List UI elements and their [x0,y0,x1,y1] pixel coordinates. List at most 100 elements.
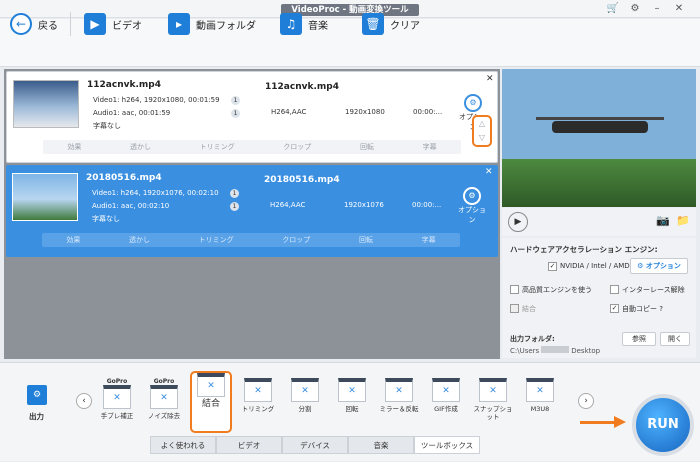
back-button[interactable]: ← 戻る [10,10,58,38]
output-folder-label: 出力フォルダ: [510,335,555,343]
tool-label: M3U8 [530,405,550,413]
output-duration: 00:00:... [413,108,443,116]
codec-icon: ⚙ [463,187,481,205]
file-item-1[interactable]: 112acnvk.mp4 Video1: h264, 1920x1080, 00… [6,71,498,163]
rotate-button[interactable]: 回転 [359,235,373,245]
add-folder-button[interactable]: ▸ 動画フォルダ [168,10,256,38]
output-resolution: 1920x1080 [345,108,385,116]
close-window-button[interactable]: ✕ [672,2,686,15]
m3u8-tool[interactable]: ✕ M3U8 [519,378,561,430]
music-plus-icon: ♫ [280,13,302,35]
move-up-icon[interactable]: △ [474,117,490,131]
camera-icon[interactable]: 📷 [656,214,670,227]
tab-video[interactable]: ビデオ [216,436,282,454]
hq-engine-label: 高品質エンジンを使う [522,286,592,294]
codec-option-button[interactable]: ⚙オプション [458,187,486,224]
gopro-brand-label: GoPro [106,378,128,385]
output-resolution: 1920x1076 [344,201,384,209]
trim-button[interactable]: トリミング [200,142,235,152]
output-file-name[interactable]: 112acnvk.mp4 [265,82,339,92]
effect-button[interactable]: 効果 [66,235,80,245]
file-item-2[interactable]: 20180516.mp4 Video1: h264, 1920x1076, 00… [6,165,498,257]
folder-icon[interactable]: 📁 [676,214,690,227]
crop-button[interactable]: クロップ [283,142,311,152]
crop-button[interactable]: クロップ [282,235,310,245]
video-thumbnail [12,173,78,221]
close-icon[interactable]: ✕ [485,167,493,177]
tab-toolbox[interactable]: ツールボックス [414,436,480,454]
hw-option-button[interactable]: ⚙ オプション [630,258,688,274]
output-path[interactable]: C:\Users Desktop [510,346,600,355]
output-codec: H264,AAC [270,201,306,209]
trim-button[interactable]: トリミング [199,235,234,245]
tab-music[interactable]: 音楽 [348,436,414,454]
stabilize-tool[interactable]: GoPro ✕ 手ブレ補正 [96,378,138,430]
gpu-label: NVIDIA / Intel / AMD [560,262,630,270]
open-button[interactable]: 開く [660,332,690,346]
audio-info: Audio1: aac, 00:01:59 [93,109,171,117]
scroll-left-button[interactable]: ‹ [76,393,92,409]
deinterlace-checkbox[interactable] [610,285,619,294]
video-thumbnail [13,80,79,128]
video-info: Video1: h264, 1920x1076, 00:02:10 [92,189,219,197]
add-video-button[interactable]: ▶ ビデオ [84,10,142,38]
bottom-panel: ⚙ 出力 ‹ › GoPro ✕ 手ブレ補正 GoPro ✕ ノイズ除去 ✕ 結合 ✕ トリミング… [0,362,700,461]
stabilize-icon: ✕ [103,385,131,409]
rotate-button[interactable]: 回転 [360,142,374,152]
move-order-control[interactable]: △ ▽ [472,115,492,147]
effect-button[interactable]: 効果 [67,142,81,152]
watermark-button[interactable]: 透かし [129,235,150,245]
audio-info: Audio1: aac, 00:02:10 [92,202,170,210]
play-button[interactable]: ▶ [508,212,528,232]
tool-label: 手ブレ補正 [100,412,134,420]
output-label: 出力 [29,412,44,421]
browse-button[interactable]: 参照 [622,332,656,346]
file-name: 20180516.mp4 [86,173,162,183]
toolbar-divider [70,12,71,36]
output-duration: 00:00:... [412,201,442,209]
subtitle-info: 字幕なし [92,215,120,223]
audio-track-badge[interactable]: 1 [231,109,240,118]
gear-icon[interactable]: ⚙ [628,2,642,15]
deinterlace-label: インターレース解除 [622,286,685,294]
drone-arms [536,117,664,120]
gpu-checkbox[interactable]: ✓ [548,262,557,271]
category-tabs: よく使われる ビデオ デバイス 音楽 ツールボックス [150,363,490,462]
run-pointer-arrow [580,421,618,424]
minimize-button[interactable]: – [650,2,664,15]
move-down-icon[interactable]: ▽ [474,131,490,145]
edit-bar: 効果 透かし トリミング クロップ 回転 字幕 [42,233,460,247]
cart-icon[interactable]: 🛒 [606,2,620,15]
trash-icon: 🗑 [362,13,384,35]
scroll-right-button[interactable]: › [578,393,594,409]
file-list-panel: 112acnvk.mp4 Video1: h264, 1920x1080, 00… [4,69,500,359]
video-track-badge[interactable]: 1 [231,96,240,105]
audio-track-badge[interactable]: 1 [230,202,239,211]
merge-checkbox[interactable] [510,304,519,313]
clear-button[interactable]: 🗑 クリア [362,10,420,38]
video-track-badge[interactable]: 1 [230,189,239,198]
add-music-button[interactable]: ♫ 音楽 [280,10,328,38]
tab-device[interactable]: デバイス [282,436,348,454]
tab-popular[interactable]: よく使われる [150,436,216,454]
drone-body [552,121,648,133]
preview-trees [502,159,696,207]
run-button[interactable]: RUN [632,394,694,456]
folder-plus-icon: ▸ [168,13,190,35]
codec-icon: ⚙ [464,94,482,112]
back-arrow-icon: ← [10,13,32,35]
hq-engine-checkbox[interactable] [510,285,519,294]
output-format-icon[interactable]: ⚙ [27,385,47,405]
close-icon[interactable]: ✕ [486,74,494,84]
subtitle-button[interactable]: 字幕 [423,142,437,152]
gear-icon: ⚙ [637,262,646,270]
subtitle-button[interactable]: 字幕 [422,235,436,245]
merge-label: 結合 [522,305,536,313]
watermark-button[interactable]: 透かし [130,142,151,152]
video-preview [502,69,696,207]
autocopy-checkbox[interactable]: ✓ [610,304,619,313]
output-file-name[interactable]: 20180516.mp4 [264,175,340,185]
subtitle-info: 字幕なし [93,122,121,130]
settings-panel: ハードウェアアクセラレーション エンジン: ✓ NVIDIA / Intel /… [502,238,696,358]
arrow-head-icon [614,416,626,428]
